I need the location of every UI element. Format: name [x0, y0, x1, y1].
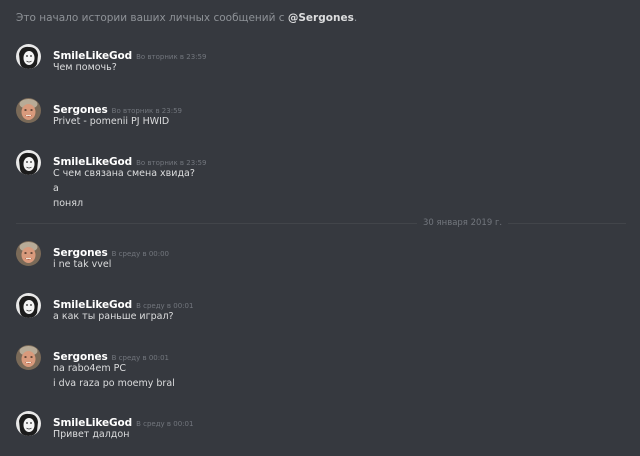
message-line: na rabo4em PC	[53, 363, 126, 374]
message-line: С чем связана смена хвида?	[53, 168, 195, 179]
message-timestamp: Во вторник в 23:59	[136, 53, 207, 61]
smilelikegod-avatar[interactable]	[16, 293, 41, 318]
smilelikegod-avatar[interactable]	[16, 150, 41, 175]
sergones-avatar[interactable]	[16, 345, 41, 370]
divider-line	[16, 223, 626, 224]
message-content: С чем связана смена хвида? а понял	[53, 166, 195, 211]
message-header: SmileLikeGod Во вторник в 23:59	[53, 150, 206, 168]
intro-username[interactable]: @Sergones	[288, 12, 354, 24]
message-line: понял	[53, 198, 84, 209]
date-divider-label: 30 января 2019 г.	[417, 217, 509, 229]
sergones-avatar-image	[16, 345, 41, 370]
message-content: а как ты раньше играл?	[53, 309, 174, 324]
message-line: i dva raza po moemy bral	[53, 378, 175, 389]
sergones-avatar-image	[16, 98, 41, 123]
message-line: Привет далдон	[53, 429, 130, 440]
smilelikegod-avatar-image	[16, 150, 41, 175]
sergones-avatar[interactable]	[16, 241, 41, 266]
intro-suffix: .	[353, 12, 358, 24]
message-header: SmileLikeGod Во вторник в 23:59	[53, 44, 207, 62]
message-timestamp: В среду в 00:00	[111, 250, 169, 258]
date-divider: 30 января 2019 г.	[16, 217, 626, 229]
message-line: а как ты раньше играл?	[53, 311, 174, 322]
message-header: Sergones В среду в 00:00	[53, 241, 169, 259]
dm-chat-window: Это начало истории ваших личных сообщени…	[0, 0, 640, 456]
sergones-avatar[interactable]	[16, 98, 41, 123]
message-header: Sergones В среду в 00:01	[53, 345, 169, 363]
message-line: Privet - pomenii PJ HWID	[53, 116, 170, 127]
message-content: na rabo4em PC i dva raza po moemy bral	[53, 361, 175, 391]
message-timestamp: В среду в 00:01	[136, 420, 194, 428]
message-header: SmileLikeGod В среду в 00:01	[53, 293, 193, 311]
smilelikegod-avatar[interactable]	[16, 44, 41, 69]
message-line: i ne tak vvel	[53, 259, 112, 270]
smilelikegod-avatar-image	[16, 411, 41, 436]
message-content: Привет далдон	[53, 427, 129, 442]
sergones-avatar-image	[16, 241, 41, 266]
message-content: i ne tak vvel	[53, 257, 111, 272]
message-header: SmileLikeGod В среду в 00:01	[53, 411, 194, 429]
smilelikegod-avatar-image	[16, 44, 41, 69]
smilelikegod-avatar[interactable]	[16, 411, 41, 436]
message-header: Sergones Во вторник в 23:59	[53, 98, 182, 116]
intro-text: Это начало истории ваших личных сообщени…	[16, 12, 288, 24]
message-line: Чем помочь?	[53, 62, 117, 73]
dm-history-start-notice: Это начало истории ваших личных сообщени…	[16, 12, 357, 24]
message-content: Privet - pomenii PJ HWID	[53, 114, 169, 129]
message-content: Чем помочь?	[53, 60, 117, 75]
message-line: а	[53, 183, 59, 194]
smilelikegod-avatar-image	[16, 293, 41, 318]
